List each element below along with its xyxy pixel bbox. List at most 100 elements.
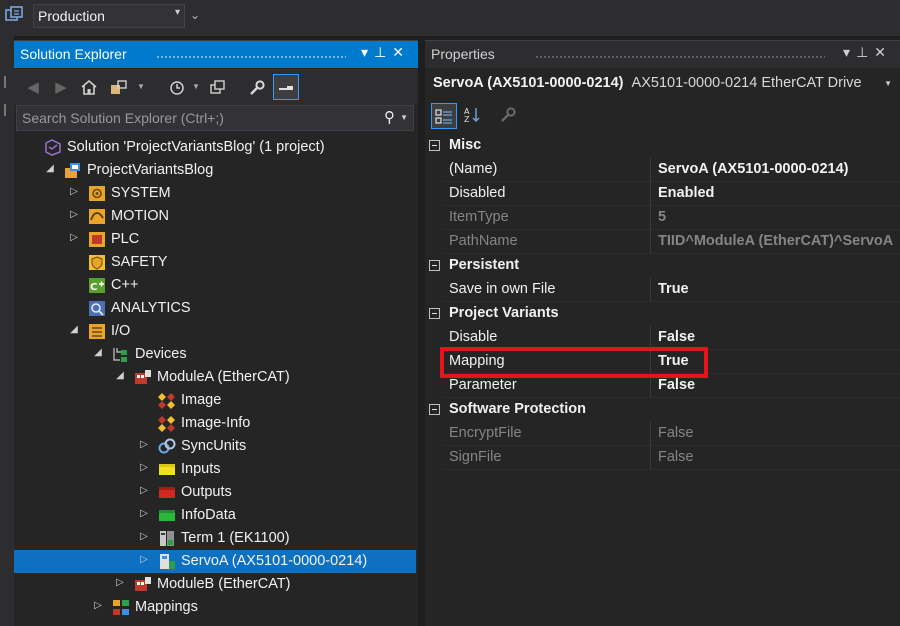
syncunits-icon <box>158 438 176 455</box>
solution-search-input[interactable]: Search Solution Explorer (Ctrl+;) ⚲ ▼ <box>16 105 414 131</box>
collapse-arrow-icon[interactable]: ◢ <box>114 370 126 381</box>
property-category[interactable]: Software Protection <box>425 398 900 422</box>
pending-changes-icon[interactable] <box>166 76 188 98</box>
properties-wrench-icon[interactable] <box>246 76 268 98</box>
property-name: Disable <box>443 326 651 349</box>
top-toolbar: Production ▾ ⌄ <box>0 0 900 36</box>
properties-titlebar[interactable]: Properties ▾⊥✕ <box>425 41 900 68</box>
tree-item-terminal[interactable]: ▷ Term 1 (EK1100) <box>14 527 416 550</box>
safety-icon <box>88 254 106 271</box>
tree-item-ethercat-master[interactable]: ◢ ModuleA (EtherCAT) <box>14 366 416 389</box>
expand-arrow-icon[interactable]: ▷ <box>68 209 80 220</box>
expand-arrow-icon[interactable]: ▷ <box>138 508 150 519</box>
tree-item-label: MOTION <box>111 208 169 224</box>
home-icon[interactable] <box>78 76 100 98</box>
tree-item-safety[interactable]: SAFETY <box>14 251 416 274</box>
tree-item-syncunits[interactable]: ▷ SyncUnits <box>14 435 416 458</box>
expand-arrow-icon[interactable]: ▷ <box>138 554 150 565</box>
tree-item-image-info[interactable]: Image-Info <box>14 412 416 435</box>
property-category[interactable]: Persistent <box>425 254 900 278</box>
chevron-down-icon[interactable]: ▼ <box>192 82 200 91</box>
collapse-arrow-icon[interactable]: ◢ <box>68 324 80 335</box>
tree-item-ethercat-master[interactable]: ▷ ModuleB (EtherCAT) <box>14 573 416 596</box>
property-value[interactable]: False <box>651 446 900 469</box>
property-row[interactable]: Save in own File True <box>443 278 900 302</box>
pin-icon[interactable]: ⊥ <box>374 44 392 60</box>
property-row[interactable]: EncryptFile False <box>443 422 900 446</box>
sync-with-document-icon[interactable] <box>207 76 229 98</box>
property-name: (Name) <box>443 158 651 181</box>
switch-views-icon[interactable] <box>108 76 130 98</box>
collapse-arrow-icon[interactable]: ◢ <box>92 347 104 358</box>
pin-icon[interactable]: ⊥ <box>856 44 874 60</box>
property-value[interactable]: False <box>651 422 900 445</box>
property-pages-wrench-icon[interactable] <box>497 103 519 125</box>
tree-item-infodata[interactable]: ▷ InfoData <box>14 504 416 527</box>
property-category[interactable]: Project Variants <box>425 302 900 326</box>
expand-arrow-icon[interactable]: ▷ <box>68 186 80 197</box>
tree-item-motion[interactable]: ▷ MOTION <box>14 205 416 228</box>
collapse-box-icon[interactable] <box>429 140 440 151</box>
expand-arrow-icon[interactable]: ▷ <box>138 485 150 496</box>
alphabetical-sort-icon[interactable]: AZ <box>461 103 483 125</box>
tree-item-devices[interactable]: ◢ Devices <box>14 343 416 366</box>
tree-item-label: ANALYTICS <box>111 300 191 316</box>
property-row[interactable]: PathName TIID^ModuleA (EtherCAT)^ServoA <box>443 230 900 254</box>
close-icon[interactable]: ✕ <box>392 44 410 60</box>
property-value[interactable]: TIID^ModuleA (EtherCAT)^ServoA <box>651 230 900 253</box>
tree-item-image[interactable]: Image <box>14 389 416 412</box>
collapse-box-icon[interactable] <box>429 404 440 415</box>
close-icon[interactable]: ✕ <box>874 44 892 60</box>
chevron-down-icon[interactable]: ▼ <box>884 79 892 88</box>
tree-item-project[interactable]: ◢ ProjectVariantsBlog <box>14 159 416 182</box>
window-position-icon[interactable]: ▾ <box>361 44 374 60</box>
tree-item-label: ServoA (AX5101-0000-0214) <box>181 553 368 569</box>
collapse-arrow-icon[interactable]: ◢ <box>44 163 56 174</box>
tree-item-inputs[interactable]: ▷ Inputs <box>14 458 416 481</box>
toolbar-overflow-icon[interactable]: ⌄ <box>190 8 200 22</box>
configuration-dropdown[interactable]: Production ▾ <box>33 4 185 28</box>
expand-arrow-icon[interactable]: ▷ <box>92 600 104 611</box>
categorized-view-icon[interactable] <box>431 103 457 129</box>
chevron-down-icon[interactable]: ▼ <box>137 82 145 91</box>
expand-arrow-icon[interactable]: ▷ <box>114 577 126 588</box>
object-selector[interactable]: ServoA (AX5101-0000-0214) AX5101-0000-02… <box>425 69 900 99</box>
tree-item-label: Image <box>181 392 222 408</box>
collapse-box-icon[interactable] <box>429 260 440 271</box>
tree-item-io[interactable]: ◢ I/O <box>14 320 416 343</box>
property-value[interactable]: 5 <box>651 206 900 229</box>
property-row[interactable]: (Name) ServoA (AX5101-0000-0214) <box>443 158 900 182</box>
expand-arrow-icon[interactable]: ▷ <box>138 439 150 450</box>
tree-item-analytics[interactable]: ANALYTICS <box>14 297 416 320</box>
properties-toolbar: AZ <box>425 99 900 133</box>
tree-item-solution[interactable]: Solution 'ProjectVariantsBlog' (1 projec… <box>14 136 416 159</box>
property-row[interactable]: SignFile False <box>443 446 900 470</box>
titlebar-grip <box>535 55 825 60</box>
window-position-icon[interactable]: ▾ <box>843 44 856 60</box>
configuration-manager-icon[interactable] <box>4 5 26 25</box>
property-value[interactable]: ServoA (AX5101-0000-0214) <box>651 158 900 181</box>
collapse-box-icon[interactable] <box>429 308 440 319</box>
property-row[interactable]: ItemType 5 <box>443 206 900 230</box>
expand-arrow-icon[interactable]: ▷ <box>68 232 80 243</box>
property-value[interactable]: False <box>651 326 900 349</box>
search-options-dropdown-icon[interactable]: ▼ <box>400 113 408 122</box>
tree-item-plc[interactable]: ▷ PLC <box>14 228 416 251</box>
property-category[interactable]: Misc <box>425 134 900 158</box>
property-value[interactable]: Enabled <box>651 182 900 205</box>
forward-icon[interactable]: ▶ <box>50 76 72 98</box>
tree-item-system[interactable]: ▷ SYSTEM <box>14 182 416 205</box>
preview-selected-items-icon[interactable] <box>273 74 299 100</box>
infodata-icon <box>158 507 176 524</box>
property-row[interactable]: Disabled Enabled <box>443 182 900 206</box>
tree-item-servo-drive[interactable]: ▷ ServoA (AX5101-0000-0214) <box>14 550 416 573</box>
tree-item-cpp[interactable]: C C++ <box>14 274 416 297</box>
property-value[interactable]: True <box>651 278 900 301</box>
solution-explorer-titlebar[interactable]: Solution Explorer ▾⊥✕ <box>14 41 418 68</box>
tree-item-outputs[interactable]: ▷ Outputs <box>14 481 416 504</box>
search-icon[interactable]: ⚲ <box>384 108 395 126</box>
tree-item-mappings[interactable]: ▷ Mappings <box>14 596 416 619</box>
expand-arrow-icon[interactable]: ▷ <box>138 531 150 542</box>
expand-arrow-icon[interactable]: ▷ <box>138 462 150 473</box>
back-icon[interactable]: ◀ <box>22 76 44 98</box>
